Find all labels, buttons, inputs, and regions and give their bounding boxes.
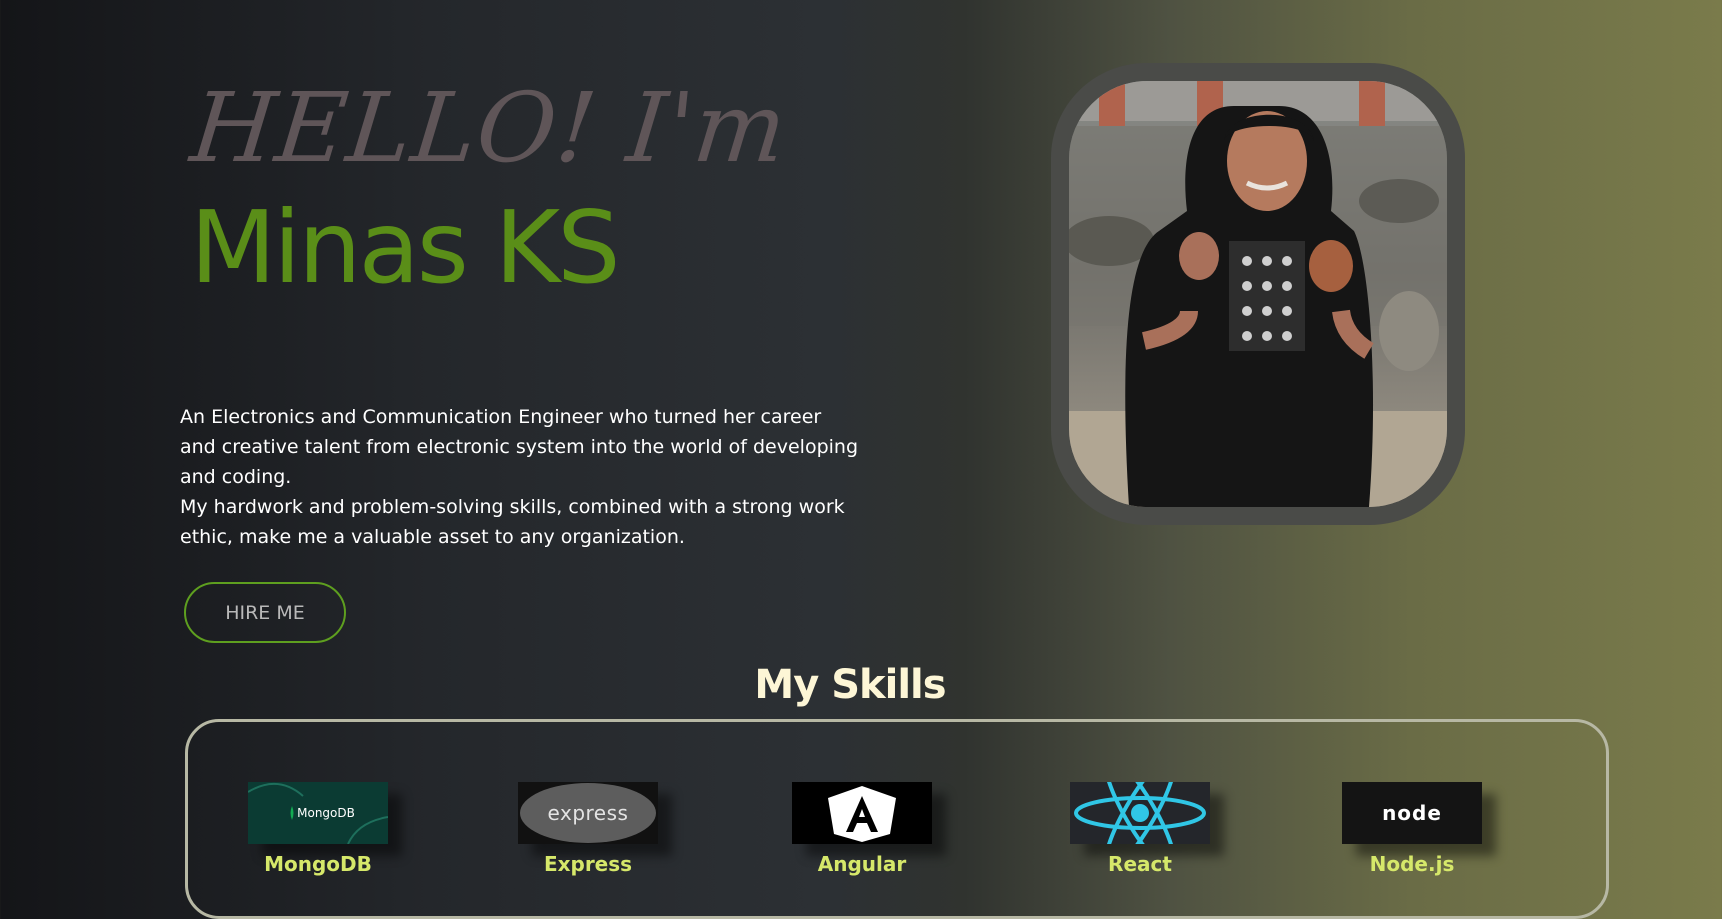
skill-label-nodejs: Node.js [1369, 852, 1455, 876]
skill-label-express: Express [543, 852, 633, 876]
intro-paragraph-1: An Electronics and Communication Enginee… [180, 406, 859, 488]
hero-name: Minas KS [190, 189, 621, 306]
skills-title: My Skills [754, 662, 946, 708]
react-logo-icon [1070, 782, 1210, 844]
nodejs-logo-icon: node [1342, 782, 1482, 844]
profile-photo-frame [1051, 63, 1465, 525]
skill-label-mongodb: MongoDB [264, 852, 372, 876]
express-logo-text: express [547, 801, 629, 825]
skill-label-angular: Angular [817, 852, 907, 876]
skill-card-react[interactable] [1070, 782, 1210, 844]
intro-paragraph-2: My hardwork and problem-solving skills, … [180, 496, 845, 548]
skill-card-angular[interactable]: A [792, 782, 932, 844]
skill-card-express[interactable]: express [518, 782, 658, 844]
mongodb-logo-icon: MongoDB [248, 782, 388, 844]
hire-me-button[interactable]: HIRE ME [184, 582, 346, 643]
skill-label-react: React [1108, 852, 1172, 876]
nodejs-logo-text: node [1382, 801, 1442, 825]
profile-photo [1069, 81, 1447, 507]
express-logo-icon: express [518, 782, 658, 844]
angular-logo-icon: A [792, 782, 932, 844]
skill-card-mongodb[interactable]: MongoDB [248, 782, 388, 844]
mongodb-logo-text: MongoDB [297, 806, 355, 820]
hero-intro: An Electronics and Communication Enginee… [180, 402, 860, 552]
skill-card-nodejs[interactable]: node [1342, 782, 1482, 844]
hero-greeting: HELLO! I'm [186, 72, 793, 184]
